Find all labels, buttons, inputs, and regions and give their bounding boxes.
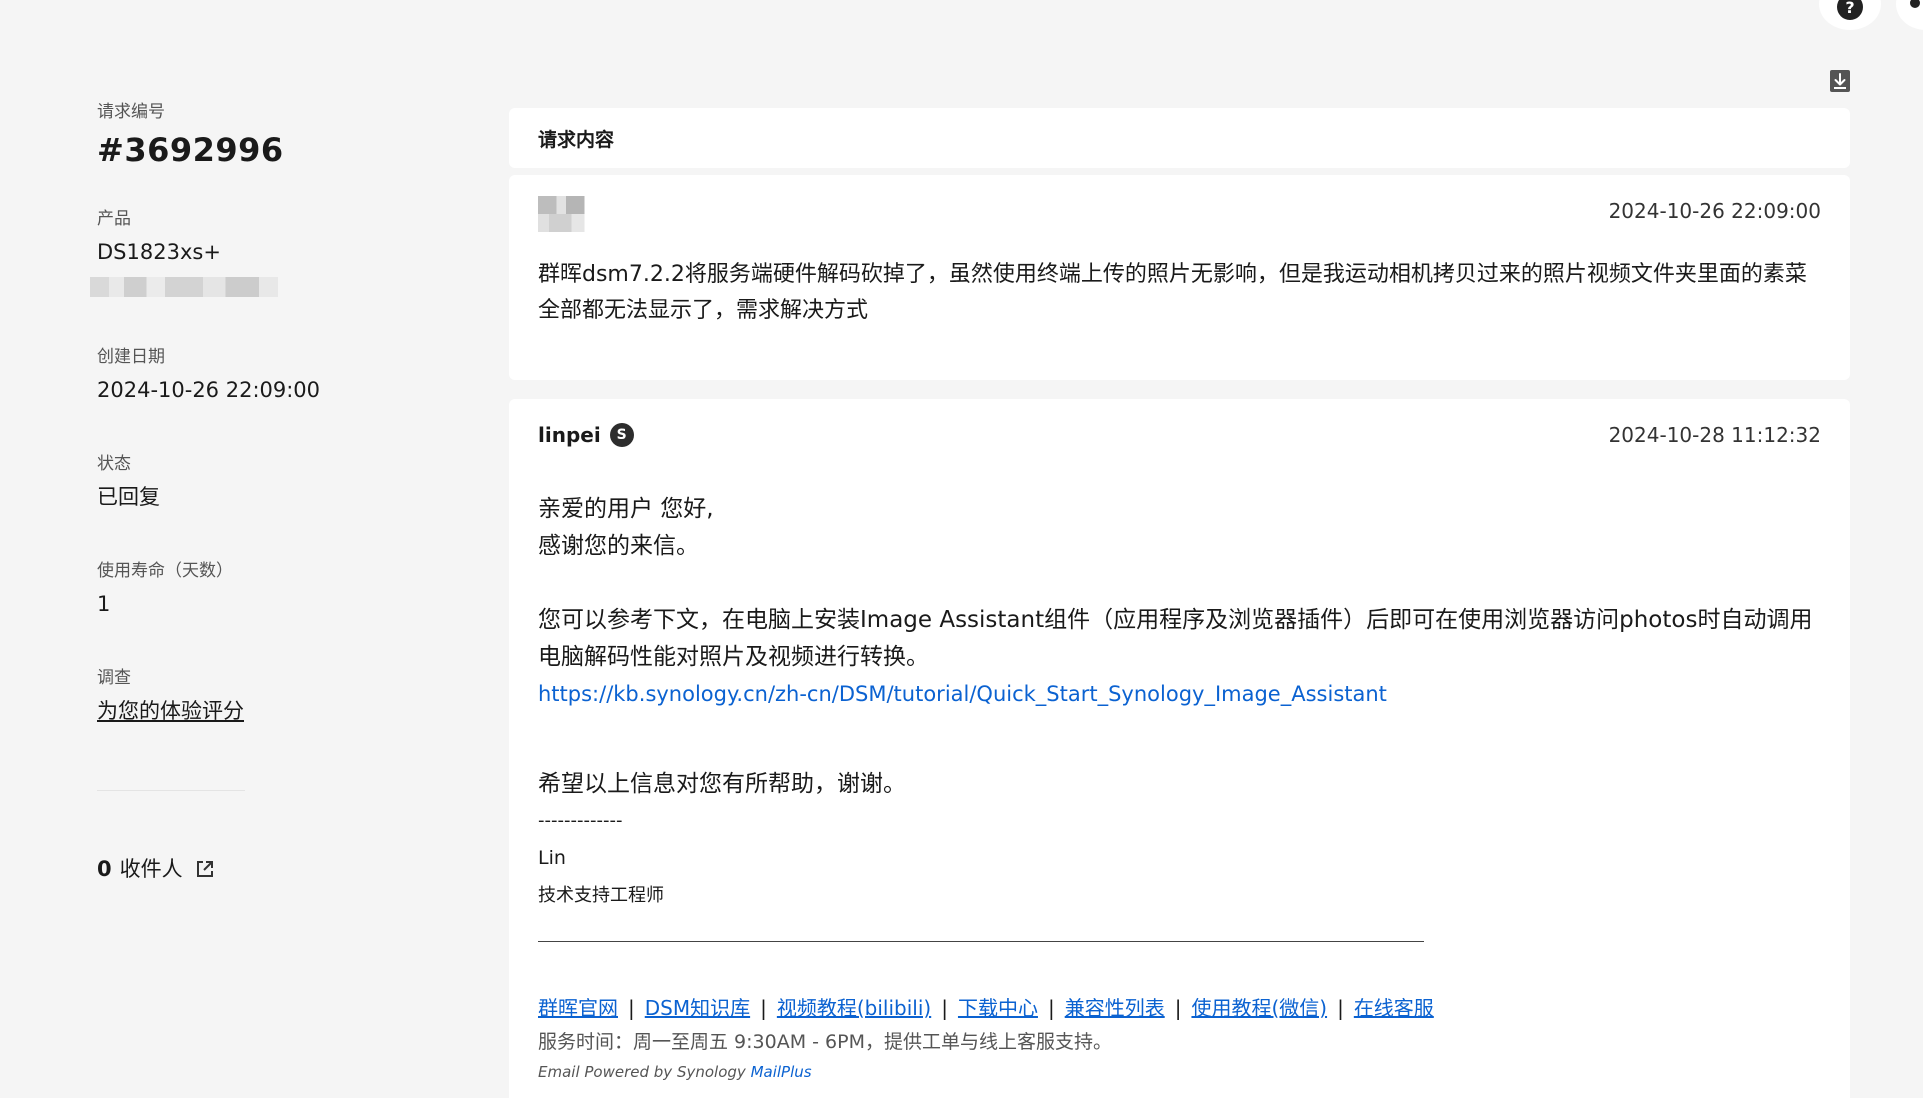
reply-spacer xyxy=(538,565,1821,602)
ticket-number: #3692996 xyxy=(97,131,284,169)
reply-message-card: linpei S 2024-10-28 11:12:32 亲爱的用户 您好, 感… xyxy=(509,399,1850,1098)
footer-link-dsm-kb[interactable]: DSM知识库 xyxy=(645,996,750,1020)
reply-timestamp: 2024-10-28 11:12:32 xyxy=(1608,423,1821,447)
reply-message-header: linpei S 2024-10-28 11:12:32 xyxy=(538,415,1821,455)
recipients-count: 0 xyxy=(97,857,112,881)
lifetime-field: 使用寿命（天数） 1 xyxy=(97,559,397,619)
created-date-value: 2024-10-26 22:09:00 xyxy=(97,378,321,402)
sidebar-divider xyxy=(97,790,245,791)
ticket-number-field: 请求编号 #3692996 xyxy=(97,100,397,170)
email-powered-prefix: Email Powered by Synology xyxy=(538,1063,751,1081)
download-icon xyxy=(1830,70,1850,92)
service-hours: 服务时间：周一至周五 9:30AM - 6PM，提供工单与线上客服支持。 xyxy=(538,1031,1112,1053)
staff-badge-icon: S xyxy=(609,423,634,447)
footer-link-download-center[interactable]: 下载中心 xyxy=(958,996,1038,1020)
reply-thanks: 感谢您的来信。 xyxy=(538,533,699,559)
footer-separator: | xyxy=(1174,996,1182,1020)
footer-separator: | xyxy=(1337,996,1344,1020)
email-powered-by: Email Powered by Synology MailPlus xyxy=(538,1058,1821,1086)
mailplus-link[interactable]: MailPlus xyxy=(751,1063,812,1081)
ticket-number-label: 请求编号 xyxy=(97,102,165,122)
request-message-header: 2024-10-26 22:09:00 xyxy=(538,191,1821,232)
request-content-title: 请求内容 xyxy=(538,128,615,151)
status-label: 状态 xyxy=(97,454,131,474)
footer-separator: | xyxy=(1047,996,1055,1020)
external-link-icon xyxy=(195,859,215,879)
footer-link-compatibility[interactable]: 兼容性列表 xyxy=(1065,996,1165,1020)
rate-experience-link[interactable]: 为您的体验评分 xyxy=(97,699,244,723)
user-menu-button[interactable] xyxy=(1896,0,1923,30)
status-value: 已回复 xyxy=(97,485,160,509)
survey-label: 调查 xyxy=(97,668,131,688)
footer-separator: | xyxy=(941,996,948,1020)
user-icon xyxy=(1910,0,1920,8)
reply-spacer-2 xyxy=(538,713,1821,750)
signature-divider xyxy=(538,941,1424,942)
reply-author: linpei S xyxy=(538,423,634,447)
signature-title: 技术支持工程师 xyxy=(538,885,664,906)
product-value: DS1823xs+ xyxy=(97,240,221,264)
ticket-page: ? 请求编号 #3692996 产品 DS1823xs+ 创建日期 2024-1… xyxy=(0,0,1923,1098)
product-label: 产品 xyxy=(97,209,131,229)
created-date-field: 创建日期 2024-10-26 22:09:00 xyxy=(97,345,397,405)
reply-greeting: 亲爱的用户 您好, xyxy=(538,496,714,522)
reply-message-body: 亲爱的用户 您好, 感谢您的来信。 您可以参考下文，在电脑上安装Image As… xyxy=(538,491,1821,1086)
request-content-header: 请求内容 xyxy=(509,108,1850,168)
help-icon: ? xyxy=(1837,0,1863,20)
redacted-requester-avatar xyxy=(538,196,594,232)
footer-link-online-support[interactable]: 在线客服 xyxy=(1354,996,1434,1020)
product-field: 产品 DS1823xs+ xyxy=(90,207,397,297)
footer-link-video-tutorials[interactable]: 视频教程(bilibili) xyxy=(777,996,931,1020)
reply-author-name: linpei xyxy=(538,423,601,447)
request-timestamp: 2024-10-26 22:09:00 xyxy=(1608,199,1821,223)
survey-value-wrap: 为您的体验评分 xyxy=(97,696,397,726)
status-field: 状态 已回复 xyxy=(97,452,397,512)
help-button[interactable]: ? xyxy=(1819,0,1881,30)
survey-field: 调查 为您的体验评分 xyxy=(97,666,397,726)
footer-separator: | xyxy=(760,996,767,1020)
signature-dashes: ------------- xyxy=(538,810,623,831)
redacted-serial xyxy=(90,277,278,297)
request-message-body: 群晖dsm7.2.2将服务端硬件解码砍掉了，虽然使用终端上传的照片无影响，但是我… xyxy=(538,262,1807,323)
footer-link-wechat-tutorials[interactable]: 使用教程(微信) xyxy=(1191,996,1327,1020)
created-date-label: 创建日期 xyxy=(97,347,165,367)
reply-paragraph: 您可以参考下文，在电脑上安装Image Assistant组件（应用程序及浏览器… xyxy=(538,607,1813,670)
lifetime-label: 使用寿命（天数） xyxy=(97,561,233,581)
recipients-button[interactable]: 0 收件人 xyxy=(97,854,397,884)
request-message-card: 2024-10-26 22:09:00 群晖dsm7.2.2将服务端硬件解码砍掉… xyxy=(509,175,1850,380)
signature-name: Lin xyxy=(538,847,566,869)
footer-separator: | xyxy=(628,996,635,1020)
footer-links: 群晖官网 | DSM知识库 | 视频教程(bilibili) | 下载中心 | 兼容性列表 | 使用… xyxy=(538,993,1821,1023)
ticket-info-sidebar: 请求编号 #3692996 产品 DS1823xs+ 创建日期 2024-10-… xyxy=(90,100,397,884)
recipients-label: 收件人 xyxy=(119,857,183,881)
footer-link-official-site[interactable]: 群晖官网 xyxy=(538,996,618,1020)
reply-link-line: https://kb.synology.cn/zh-cn/DSM/tutoria… xyxy=(538,676,1821,713)
lifetime-value: 1 xyxy=(97,592,111,616)
kb-article-link[interactable]: https://kb.synology.cn/zh-cn/DSM/tutoria… xyxy=(538,682,1387,706)
download-button[interactable] xyxy=(1829,69,1851,93)
reply-closing: 希望以上信息对您有所帮助，谢谢。 xyxy=(538,771,906,797)
